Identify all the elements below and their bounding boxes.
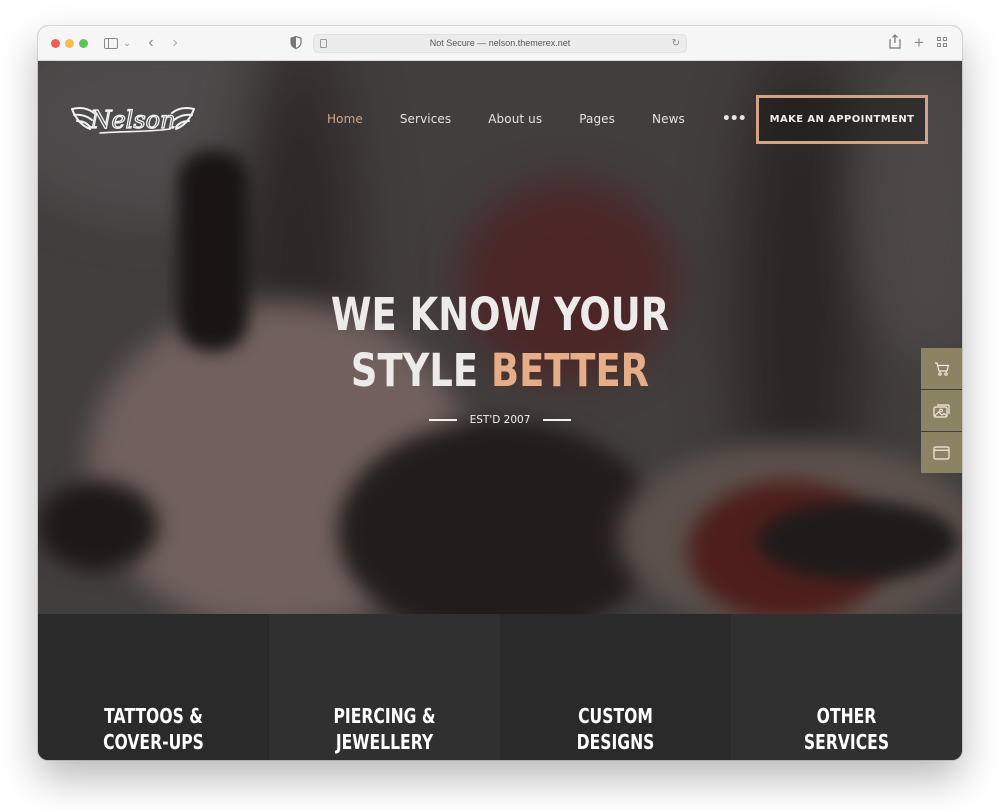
divider-left	[428, 419, 457, 421]
gallery-button[interactable]	[921, 390, 962, 431]
main-nav: Home Services About us Pages News •••	[327, 111, 747, 127]
hero-headline-accent: BETTER	[490, 344, 650, 397]
established-text: EST'D 2007	[469, 414, 531, 426]
gallery-icon	[933, 404, 950, 418]
page-icon	[320, 39, 327, 48]
service-card-custom-designs[interactable]: CUSTOM DESIGNS	[500, 614, 731, 760]
make-appointment-button[interactable]: MAKE AN APPOINTMENT	[756, 95, 928, 144]
chevron-down-icon[interactable]: ⌄	[122, 34, 132, 52]
web-page: Nelson Home Services About us Pages News…	[38, 61, 962, 760]
address-bar[interactable]: Not Secure — nelson.themerex.net ↻	[313, 34, 687, 53]
services-strip: TATTOOS & COVER-UPS PIERCING & JEWELLERY…	[38, 614, 962, 760]
new-tab-button[interactable]: +	[912, 34, 926, 52]
url-text: Not Secure — nelson.themerex.net	[429, 38, 571, 48]
established-tagline: EST'D 2007	[38, 414, 962, 426]
service-title: CUSTOM DESIGNS	[576, 704, 655, 754]
nav-item-services[interactable]: Services	[400, 112, 451, 126]
hero-headline-line2: STYLE BETTER	[121, 343, 879, 399]
site-header: Nelson Home Services About us Pages News…	[38, 61, 962, 181]
back-button[interactable]: ‹	[144, 34, 158, 52]
share-icon[interactable]	[888, 34, 902, 52]
browser-window: ⌄ ‹ › Not Secure — nelson.themerex.net ↻…	[38, 26, 962, 760]
cart-icon	[934, 361, 949, 376]
nav-item-about-us[interactable]: About us	[488, 112, 542, 126]
nav-item-pages[interactable]: Pages	[579, 112, 615, 126]
sidebar-toggle-icon[interactable]	[104, 38, 118, 49]
hero-section: Nelson Home Services About us Pages News…	[38, 61, 962, 614]
layout-button[interactable]	[921, 432, 962, 473]
browser-window-icon	[933, 445, 950, 460]
hero-headline-line1: WE KNOW YOUR	[330, 288, 670, 341]
tab-overview-icon[interactable]	[936, 34, 950, 52]
nav-item-news[interactable]: News	[652, 112, 685, 126]
divider-right	[543, 419, 572, 421]
service-card-tattoos[interactable]: TATTOOS & COVER-UPS	[38, 614, 269, 760]
shield-icon[interactable]	[290, 34, 304, 52]
nav-item-home[interactable]: Home	[327, 112, 363, 126]
hero-headline-prefix: STYLE	[350, 344, 491, 397]
zoom-window-button[interactable]	[79, 39, 88, 48]
close-window-button[interactable]	[51, 39, 60, 48]
service-title: TATTOOS & COVER-UPS	[103, 704, 204, 754]
service-card-piercing[interactable]: PIERCING & JEWELLERY	[269, 614, 500, 760]
forward-button[interactable]: ›	[168, 34, 182, 52]
side-dock	[921, 348, 962, 474]
browser-toolbar: ⌄ ‹ › Not Secure — nelson.themerex.net ↻…	[38, 26, 962, 61]
reload-icon[interactable]: ↻	[672, 35, 680, 52]
minimize-window-button[interactable]	[65, 39, 74, 48]
cart-button[interactable]	[921, 348, 962, 389]
service-title: PIERCING & JEWELLERY	[333, 704, 436, 754]
site-logo[interactable]: Nelson	[70, 101, 196, 137]
nav-more-icon[interactable]: •••	[722, 111, 747, 127]
service-title: OTHER SERVICES	[803, 704, 890, 754]
service-card-other[interactable]: OTHER SERVICES	[731, 614, 962, 760]
